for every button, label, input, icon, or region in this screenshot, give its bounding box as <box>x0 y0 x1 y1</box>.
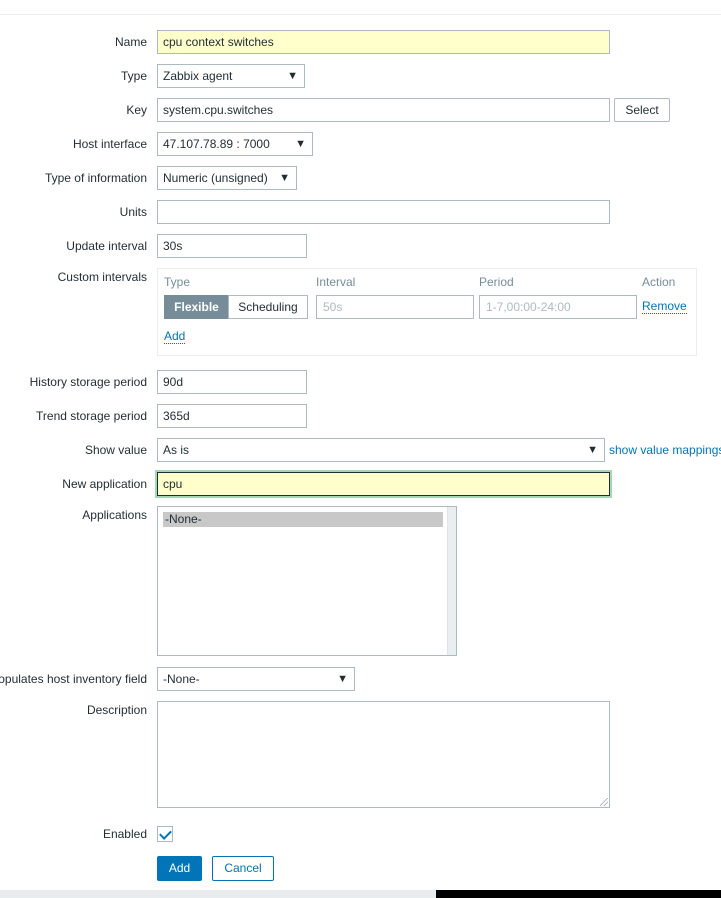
applications-scrollbar[interactable] <box>447 507 456 655</box>
units-label: Units <box>119 205 147 219</box>
units-input[interactable] <box>157 200 610 224</box>
inventory-field-label: opulates host inventory field <box>0 672 147 686</box>
description-textarea[interactable] <box>157 701 610 808</box>
add-button[interactable]: Add <box>157 856 202 881</box>
row-history-storage: History storage period 90d <box>0 370 721 394</box>
show-value-select[interactable]: As is ▼ <box>157 438 605 462</box>
top-divider <box>0 14 721 15</box>
inventory-field-value: -None- <box>163 672 200 686</box>
ci-header-interval: Interval <box>316 275 356 289</box>
dropdown-arrow-icon: ▼ <box>587 444 598 456</box>
row-inventory-field: opulates host inventory field -None- ▼ <box>0 667 721 691</box>
applications-label: Applications <box>82 508 147 522</box>
host-interface-select[interactable]: 47.107.78.89 : 7000 ▼ <box>157 132 313 156</box>
dropdown-arrow-icon: ▼ <box>295 138 306 150</box>
trend-storage-input[interactable]: 365d <box>157 404 307 428</box>
type-of-information-value: Numeric (unsigned) <box>163 171 268 185</box>
history-storage-input[interactable]: 90d <box>157 370 307 394</box>
ci-add-wrap: Add <box>164 329 186 344</box>
row-enabled: Enabled <box>0 822 721 846</box>
update-interval-label: Update interval <box>66 239 147 253</box>
description-label: Description <box>86 703 147 717</box>
dropdown-arrow-icon: ▼ <box>279 172 290 184</box>
new-application-input[interactable]: cpu <box>157 472 610 496</box>
new-application-label: New application <box>62 477 147 491</box>
row-show-value: Show value As is ▼ show value mappings <box>0 438 721 462</box>
dropdown-arrow-icon: ▼ <box>337 673 348 685</box>
applications-option[interactable]: -None- <box>163 512 443 527</box>
dropdown-arrow-icon: ▼ <box>287 70 298 82</box>
applications-listbox[interactable]: -None- <box>157 506 457 656</box>
row-trend-storage: Trend storage period 365d <box>0 404 721 428</box>
row-units: Units <box>0 200 721 224</box>
cancel-button[interactable]: Cancel <box>212 856 274 881</box>
type-select[interactable]: Zabbix agent ▼ <box>157 64 305 88</box>
ci-remove-link[interactable]: Remove <box>642 299 687 314</box>
enabled-checkbox[interactable] <box>157 826 173 842</box>
row-type-of-information: Type of information Numeric (unsigned) ▼ <box>0 166 721 190</box>
row-host-interface: Host interface 47.107.78.89 : 7000 ▼ <box>0 132 721 156</box>
update-interval-input[interactable]: 30s <box>157 234 307 258</box>
name-input[interactable]: cpu context switches <box>157 30 610 54</box>
history-storage-label: History storage period <box>29 375 147 389</box>
custom-intervals-label: Custom intervals <box>57 270 147 284</box>
ci-period-input[interactable]: 1-7,00:00-24:00 <box>479 295 637 319</box>
show-value-label: Show value <box>84 443 147 457</box>
ci-type-flexible[interactable]: Flexible <box>164 295 229 319</box>
inventory-field-select[interactable]: -None- ▼ <box>157 667 355 691</box>
footer-dark-bar <box>436 890 721 898</box>
host-interface-label: Host interface <box>72 137 147 151</box>
row-update-interval: Update interval 30s <box>0 234 721 258</box>
type-select-value: Zabbix agent <box>163 69 233 83</box>
custom-intervals-table: Type Interval Period Action Flexible Sch… <box>157 268 697 356</box>
show-value-value: As is <box>163 443 190 457</box>
type-of-information-label: Type of information <box>44 171 147 185</box>
trend-storage-label: Trend storage period <box>36 409 147 423</box>
ci-add-link[interactable]: Add <box>164 329 186 344</box>
key-label: Key <box>126 103 147 117</box>
key-select-button[interactable]: Select <box>614 98 670 122</box>
ci-type-scheduling[interactable]: Scheduling <box>228 295 308 319</box>
host-interface-value: 47.107.78.89 : 7000 <box>163 137 270 151</box>
ci-interval-input[interactable]: 50s <box>316 295 474 319</box>
type-of-information-select[interactable]: Numeric (unsigned) ▼ <box>157 166 297 190</box>
type-label: Type <box>120 69 147 83</box>
show-value-mappings-link[interactable]: show value mappings <box>609 438 721 462</box>
row-type: Type Zabbix agent ▼ <box>0 64 721 88</box>
resize-grip-icon[interactable] <box>600 798 608 806</box>
row-new-application: New application cpu <box>0 472 721 496</box>
row-name: Name cpu context switches <box>0 30 721 54</box>
name-label: Name <box>114 35 147 49</box>
ci-remove-wrap: Remove <box>642 299 687 314</box>
ci-header-type: Type <box>164 275 191 289</box>
key-input[interactable]: system.cpu.switches <box>157 98 610 122</box>
row-key: Key system.cpu.switches Select <box>0 98 721 122</box>
ci-header-period: Period <box>479 275 514 289</box>
footer-bar <box>0 890 436 898</box>
ci-header-action: Action <box>642 275 676 289</box>
enabled-label: Enabled <box>102 827 147 841</box>
